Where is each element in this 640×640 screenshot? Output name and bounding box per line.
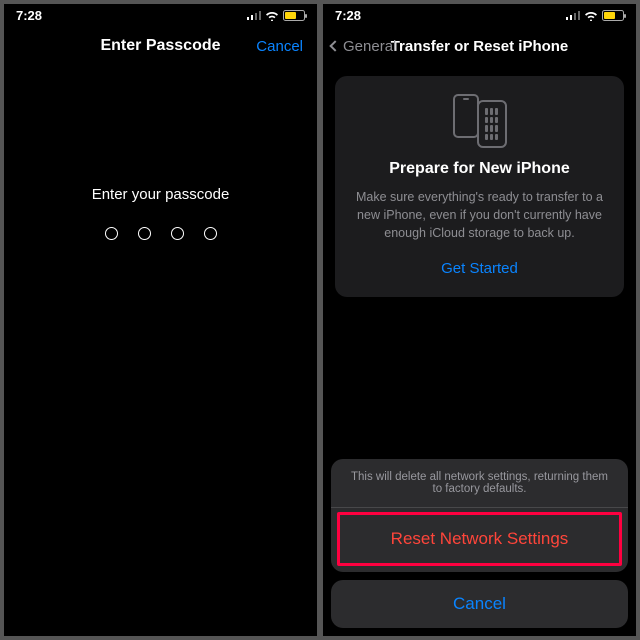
nav-bar: Enter Passcode Cancel [4, 26, 317, 66]
passcode-dot [171, 227, 184, 240]
reset-network-settings-button[interactable]: Reset Network Settings [337, 512, 622, 566]
passcode-dots[interactable] [105, 227, 217, 240]
sheet-cancel-button[interactable]: Cancel [331, 580, 628, 628]
status-bar: 7:28 [323, 4, 636, 26]
cancel-button[interactable]: Cancel [256, 26, 303, 66]
action-sheet-group: This will delete all network settings, r… [331, 459, 628, 572]
passcode-dot [138, 227, 151, 240]
battery-icon [602, 10, 624, 21]
wifi-icon [584, 10, 598, 21]
cellular-icon [566, 10, 581, 20]
screen-passcode: 7:28 Enter Passcode Cancel Enter your pa… [4, 4, 317, 636]
status-indicators [566, 10, 625, 21]
status-time: 7:28 [16, 8, 42, 23]
passcode-area: Enter your passcode [4, 66, 317, 636]
nav-title: Transfer or Reset iPhone [391, 38, 569, 55]
card-description: Make sure everything's ready to transfer… [351, 188, 608, 242]
back-label: General [343, 38, 396, 55]
sheet-message: This will delete all network settings, r… [331, 459, 628, 508]
screen-transfer-reset: 7:28 General Transfer or Reset iPhone Pr… [323, 4, 636, 636]
passcode-dot [105, 227, 118, 240]
content: Prepare for New iPhone Make sure everyth… [323, 66, 636, 636]
nav-title: Enter Passcode [100, 37, 220, 55]
nav-bar: General Transfer or Reset iPhone [323, 26, 636, 66]
passcode-prompt: Enter your passcode [92, 186, 230, 203]
passcode-dot [204, 227, 217, 240]
card-title: Prepare for New iPhone [389, 160, 570, 178]
action-sheet: This will delete all network settings, r… [331, 459, 628, 628]
get-started-link[interactable]: Get Started [441, 260, 518, 277]
devices-icon [453, 94, 507, 148]
cellular-icon [247, 10, 262, 20]
status-time: 7:28 [335, 8, 361, 23]
chevron-left-icon [329, 40, 340, 51]
battery-icon [283, 10, 305, 21]
status-bar: 7:28 [4, 4, 317, 26]
prepare-card[interactable]: Prepare for New iPhone Make sure everyth… [335, 76, 624, 297]
back-button[interactable]: General [331, 26, 396, 66]
status-indicators [247, 10, 306, 21]
wifi-icon [265, 10, 279, 21]
